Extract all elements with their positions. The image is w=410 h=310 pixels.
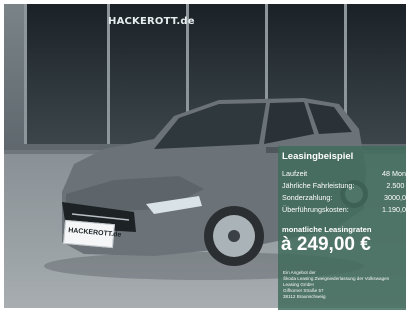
offer-row-label: Jährliche Fahrleistung: <box>282 181 355 190</box>
offer-row-value: 48 Monate <box>382 169 410 178</box>
offer-row-value: 2.500 km <box>386 181 410 190</box>
offer-row-value: 1.190,00 € <box>382 205 410 214</box>
offer-row-label: Überführungskosten: <box>282 205 349 214</box>
leasing-offer-panel: Leasingbeispiel Laufzeit 48 Monate Jährl… <box>278 146 410 310</box>
offer-row-label: Sonderzahlung: <box>282 193 333 202</box>
fine-print-line: Gifhorner Straße 57 <box>283 288 324 293</box>
offer-title: Leasingbeispiel <box>282 151 354 162</box>
license-plate: HACKEROTT.de <box>63 219 122 249</box>
monthly-rate-label: monatliche Leasingraten <box>282 225 372 234</box>
plate-text: HACKEROTT.de <box>67 227 122 239</box>
fine-print-line: Škoda Leasing Zweigniederlassung der Vol… <box>283 276 390 281</box>
fine-print-line: 38112 Braunschweig <box>283 294 326 299</box>
monthly-price: à 249,00 € <box>281 234 371 255</box>
fine-print-line: Leasing GmbH <box>283 282 314 287</box>
fine-print-line: Ein Angebot der <box>283 270 316 275</box>
offer-row-label: Laufzeit <box>282 169 308 178</box>
offer-row-value: 3000,00 € <box>384 193 410 202</box>
